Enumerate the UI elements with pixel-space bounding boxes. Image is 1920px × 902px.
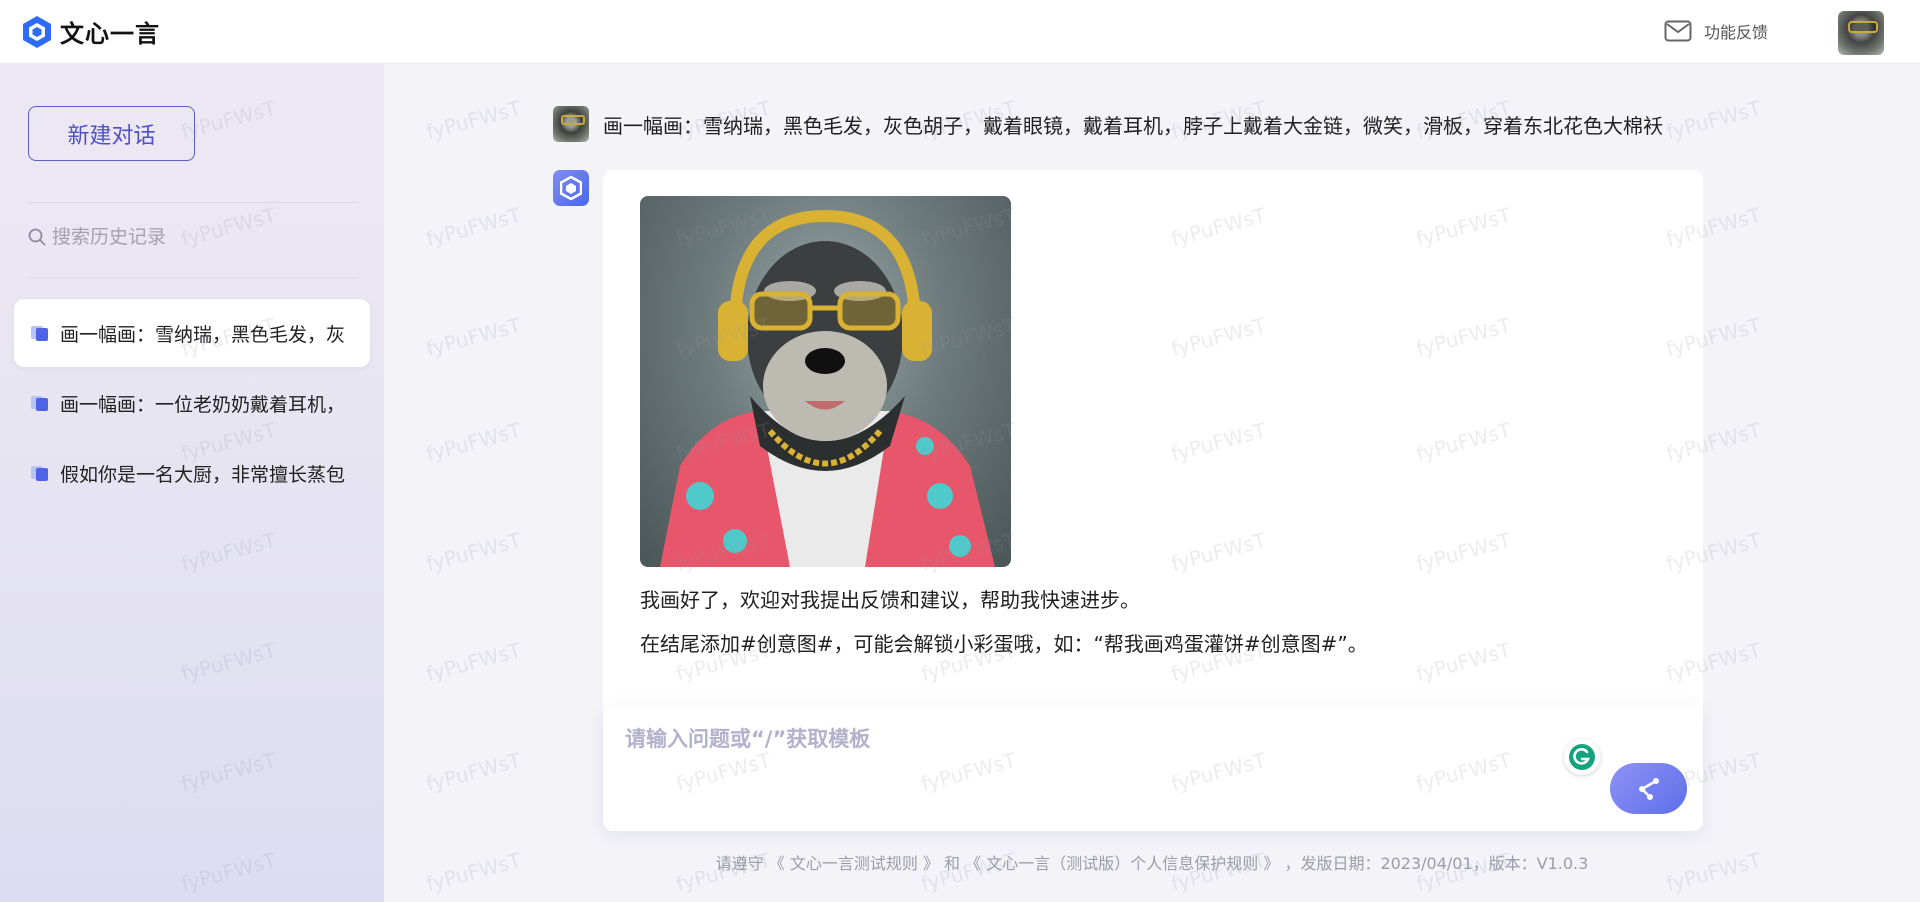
reply-text-line: 在结尾添加#创意图#，可能会解锁小彩蛋哦，如：“帮我画鸡蛋灌饼#创意图#”。 — [640, 632, 1368, 656]
chat-area: 画一幅画：雪纳瑞，黑色毛发，灰色胡子，戴着眼镜，戴着耳机，脖子上戴着大金链，微笑… — [384, 64, 1920, 902]
bot-reply-card: 我画好了，欢迎对我提出反馈和建议，帮助我快速进步。 在结尾添加#创意图#，可能会… — [603, 170, 1703, 770]
bot-avatar — [553, 170, 589, 206]
app-name: 文心一言 — [60, 20, 160, 48]
new-chat-button[interactable]: 新建对话 — [28, 106, 195, 161]
privacy-rules-link[interactable]: 《 文心一言（测试版）个人信息保护规则 》 — [965, 854, 1279, 873]
top-bar: 文心一言 功能反馈 — [0, 0, 1920, 64]
bot-logo-icon — [560, 176, 582, 200]
chat-icon — [31, 466, 48, 481]
send-icon — [1638, 777, 1659, 800]
search-icon — [28, 228, 46, 246]
chat-input[interactable] — [625, 723, 1525, 763]
user-message-avatar — [553, 106, 589, 142]
schnauzer-illustration — [660, 209, 995, 567]
feedback-link[interactable]: 功能反馈 — [1664, 19, 1768, 43]
user-message-row: 画一幅画：雪纳瑞，黑色毛发，灰色胡子，戴着眼镜，戴着耳机，脖子上戴着大金链，微笑… — [553, 106, 1663, 142]
footer-note: 请遵守 《 文心一言测试规则 》 和 《 文心一言（测试版）个人信息保护规则 》… — [384, 850, 1920, 874]
reply-text-line: 我画好了，欢迎对我提出反馈和建议，帮助我快速进步。 — [640, 588, 1140, 612]
chat-icon — [31, 326, 48, 341]
app-logo[interactable]: 文心一言 — [22, 14, 160, 49]
history-item[interactable]: 画一幅画：雪纳瑞，黑色毛发，灰 — [14, 299, 370, 367]
history-search[interactable] — [28, 226, 348, 248]
mail-icon — [1664, 20, 1692, 42]
chat-icon — [31, 396, 48, 411]
history-item-label: 假如你是一名大厨，非常擅长蒸包 — [60, 463, 346, 486]
sidebar: 新建对话 画一幅画：雪纳瑞，黑色毛发，灰 画一幅画：一位老奶奶戴着耳机， 假如你… — [0, 64, 384, 902]
chat-input-box[interactable] — [603, 705, 1703, 831]
history-search-input[interactable] — [52, 226, 332, 248]
feedback-label: 功能反馈 — [1704, 23, 1769, 42]
sidebar-divider — [28, 277, 358, 278]
footer-and: 和 — [944, 854, 961, 873]
grammarly-icon[interactable] — [1564, 739, 1600, 775]
footer-suffix: ，发版日期：2023/04/01，版本：V1.0.3 — [1284, 854, 1589, 873]
logo-icon — [23, 15, 51, 48]
history-item-label: 画一幅画：一位老奶奶戴着耳机， — [60, 393, 346, 416]
rules-link[interactable]: 《 文心一言测试规则 》 — [769, 854, 939, 873]
footer-prefix: 请遵守 — [715, 854, 764, 873]
history-item[interactable]: 画一幅画：一位老奶奶戴着耳机， — [14, 369, 370, 437]
user-message: 画一幅画：雪纳瑞，黑色毛发，灰色胡子，戴着眼镜，戴着耳机，脖子上戴着大金链，微笑… — [603, 113, 1663, 138]
send-button[interactable] — [1610, 763, 1687, 814]
history-item[interactable]: 假如你是一名大厨，非常擅长蒸包 — [14, 439, 370, 507]
user-avatar[interactable] — [1838, 11, 1884, 55]
sidebar-divider — [28, 202, 358, 203]
generated-image[interactable] — [640, 196, 1011, 567]
history-item-label: 画一幅画：雪纳瑞，黑色毛发，灰 — [60, 323, 346, 346]
